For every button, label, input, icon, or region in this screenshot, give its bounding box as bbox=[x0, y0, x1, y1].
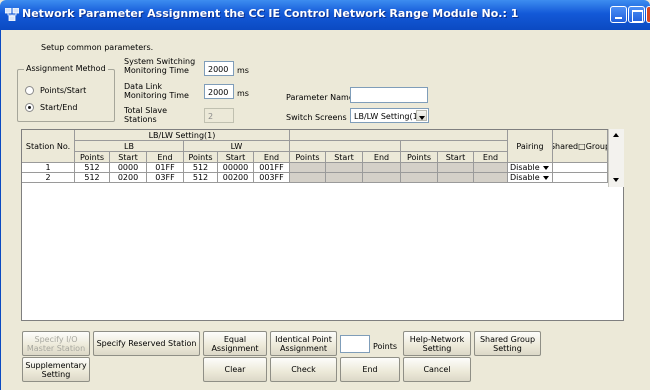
close-button[interactable] bbox=[646, 6, 650, 23]
station-no-cell: 2 bbox=[22, 173, 75, 183]
column-header: Points bbox=[401, 152, 438, 163]
title-bar: Network Parameter Assignment the CC IE C… bbox=[0, 0, 650, 30]
maximize-button[interactable] bbox=[628, 6, 645, 23]
table-cell[interactable]: 003FF bbox=[254, 173, 290, 183]
system-switching-label: System Switching Monitoring Time bbox=[124, 57, 196, 75]
window-title: Network Parameter Assignment the CC IE C… bbox=[22, 7, 519, 20]
pairing-header: Pairing bbox=[508, 130, 553, 163]
table-cell[interactable]: 03FF bbox=[147, 173, 184, 183]
table-scrollbar[interactable] bbox=[608, 129, 624, 187]
disabled-cell bbox=[474, 163, 508, 173]
total-slave-input: 2 bbox=[204, 108, 234, 123]
setup-instructions: Setup common parameters. bbox=[41, 43, 154, 52]
specify-reserved-station-button[interactable]: Specify Reserved Station bbox=[93, 331, 200, 356]
pairing-select[interactable]: Disable bbox=[508, 163, 553, 173]
shared-group-cell[interactable] bbox=[553, 163, 608, 173]
total-slave-label: Total Slave Stations bbox=[124, 106, 168, 124]
help-network-button[interactable]: Help-Network Setting bbox=[403, 331, 471, 356]
system-switching-input[interactable]: 2000 bbox=[204, 61, 234, 76]
identical-point-button[interactable]: Identical Point Assignment bbox=[270, 331, 337, 356]
chevron-down-icon[interactable] bbox=[416, 110, 427, 121]
disabled-cell bbox=[326, 173, 363, 183]
column-header: Start bbox=[438, 152, 474, 163]
cancel-button[interactable]: Cancel bbox=[403, 357, 471, 382]
table-cell[interactable]: 512 bbox=[184, 163, 218, 173]
disabled-cell bbox=[363, 163, 401, 173]
shared-group-header: Shared□Group bbox=[553, 130, 608, 163]
radio-points-start-label[interactable]: Points/Start bbox=[40, 86, 86, 95]
disabled-cell bbox=[438, 173, 474, 183]
station-no-cell: 1 bbox=[22, 163, 75, 173]
scroll-up-icon[interactable] bbox=[609, 129, 624, 142]
column-header: Points bbox=[290, 152, 326, 163]
radio-points-start[interactable] bbox=[25, 86, 34, 95]
scroll-down-icon[interactable] bbox=[609, 174, 624, 187]
column-header: End bbox=[254, 152, 290, 163]
table-cell[interactable]: 512 bbox=[184, 173, 218, 183]
column-header: Start bbox=[110, 152, 147, 163]
assignment-method-group: Assignment Method bbox=[17, 64, 115, 122]
disabled-cell bbox=[290, 163, 326, 173]
empty-group-header bbox=[290, 130, 508, 141]
empty-sub-header bbox=[401, 141, 508, 152]
column-header: End bbox=[147, 152, 184, 163]
switch-screens-label: Switch Screens bbox=[286, 113, 347, 122]
disabled-cell bbox=[401, 173, 438, 183]
disabled-cell bbox=[363, 173, 401, 183]
switch-screens-value: LB/LW Setting(1) bbox=[354, 112, 421, 121]
assignment-method-label: Assignment Method bbox=[24, 64, 108, 73]
switch-screens-select[interactable]: LB/LW Setting(1) bbox=[350, 108, 429, 123]
shared-group-cell[interactable] bbox=[553, 173, 608, 183]
data-link-unit: ms bbox=[237, 89, 249, 98]
system-switching-unit: ms bbox=[237, 66, 249, 75]
check-button[interactable]: Check bbox=[270, 357, 337, 382]
chevron-down-icon[interactable] bbox=[541, 174, 551, 182]
parameter-name-input[interactable] bbox=[350, 87, 428, 103]
parameter-name-label: Parameter Name bbox=[286, 93, 354, 102]
disabled-cell bbox=[474, 173, 508, 183]
station-no-header: Station No. bbox=[22, 130, 75, 163]
assignment-table: Station No. LB/LW Setting(1) LB LW Pairing Sh… bbox=[21, 129, 624, 321]
column-header: Start bbox=[326, 152, 363, 163]
end-button[interactable]: End bbox=[340, 357, 400, 382]
column-header: End bbox=[474, 152, 508, 163]
data-link-label: Data Link Monitoring Time bbox=[124, 82, 189, 100]
table-cell[interactable]: 0200 bbox=[110, 173, 147, 183]
supplementary-setting-button[interactable]: Supplementary Setting bbox=[22, 357, 90, 382]
table-cell[interactable]: 00000 bbox=[218, 163, 254, 173]
minimize-button[interactable] bbox=[610, 6, 627, 23]
lb-lw-setting-header: LB/LW Setting(1) bbox=[75, 130, 290, 141]
chevron-down-icon[interactable] bbox=[541, 164, 551, 172]
column-header: Points bbox=[184, 152, 218, 163]
table-cell[interactable]: 512 bbox=[75, 173, 110, 183]
points-label: Points bbox=[373, 342, 398, 351]
shared-group-button[interactable]: Shared Group Setting bbox=[474, 331, 541, 356]
points-input[interactable] bbox=[340, 335, 370, 353]
specify-io-master-button: Specify I/O Master Station bbox=[22, 331, 90, 356]
radio-start-end[interactable] bbox=[25, 103, 34, 112]
pairing-select[interactable]: Disable bbox=[508, 173, 553, 183]
equal-assignment-button[interactable]: Equal Assignment bbox=[203, 331, 267, 356]
column-header: End bbox=[363, 152, 401, 163]
lw-header: LW bbox=[184, 141, 290, 152]
table-cell[interactable]: 001FF bbox=[254, 163, 290, 173]
clear-button[interactable]: Clear bbox=[203, 357, 267, 382]
empty-sub-header bbox=[290, 141, 401, 152]
disabled-cell bbox=[326, 163, 363, 173]
lb-header: LB bbox=[75, 141, 184, 152]
column-header: Points bbox=[75, 152, 110, 163]
column-header: Start bbox=[218, 152, 254, 163]
disabled-cell bbox=[401, 163, 438, 173]
disabled-cell bbox=[438, 163, 474, 173]
disabled-cell bbox=[290, 173, 326, 183]
table-cell[interactable]: 01FF bbox=[147, 163, 184, 173]
radio-start-end-label[interactable]: Start/End bbox=[40, 103, 77, 112]
network-icon bbox=[5, 8, 19, 21]
table-cell[interactable]: 00200 bbox=[218, 173, 254, 183]
table-cell[interactable]: 0000 bbox=[110, 163, 147, 173]
data-link-input[interactable]: 2000 bbox=[204, 84, 234, 99]
table-cell[interactable]: 512 bbox=[75, 163, 110, 173]
